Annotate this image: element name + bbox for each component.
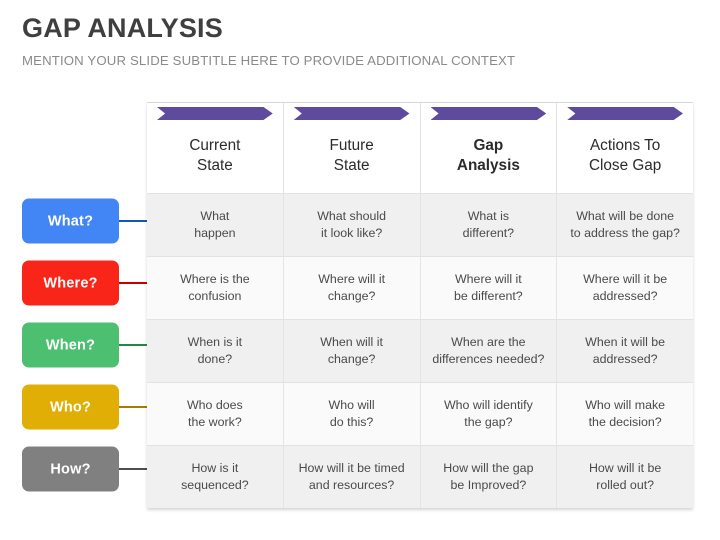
matrix-column-header-label: Future State bbox=[329, 137, 374, 175]
table-cell: What should it look like? bbox=[284, 193, 421, 256]
table-row: When is it done? When will it change? When… bbox=[147, 318, 693, 382]
table-cell: Where will it be different? bbox=[421, 256, 558, 319]
table-cell: What will be done to address the gap? bbox=[570, 208, 680, 240]
table-cell: How will it be timed and resources? bbox=[284, 445, 421, 508]
matrix-column-header: Future State bbox=[284, 103, 421, 193]
matrix-column-header-label: Gap Analysis bbox=[456, 137, 520, 175]
table-cell: When are the differences needed? bbox=[421, 319, 558, 382]
row-label-item: When? bbox=[22, 314, 171, 376]
table-cell: When will it change? bbox=[284, 319, 421, 382]
row-label-text: Where? bbox=[43, 275, 98, 291]
table-cell: When is it done? bbox=[147, 319, 284, 382]
table-cell: Who will identify the gap? bbox=[421, 382, 558, 445]
table-cell: Where will it change? bbox=[284, 256, 421, 319]
table-cell: Where will it be addressed? bbox=[583, 271, 668, 303]
table-cell: Who does the work? bbox=[147, 382, 284, 445]
row-label-pill[interactable]: Where? bbox=[22, 260, 119, 306]
slide-header: GAP ANALYSIS MENTION YOUR SLIDE SUBTITLE… bbox=[22, 13, 702, 68]
table-cell: Who will do this? bbox=[284, 382, 421, 445]
table-cell: How will the gap be Improved? bbox=[421, 445, 558, 508]
table-cell: Where is the confusion bbox=[147, 256, 284, 319]
table-cell: What is different? bbox=[421, 193, 558, 256]
row-label-text: Who? bbox=[49, 399, 92, 415]
row-label-pill[interactable]: When? bbox=[22, 322, 119, 368]
page-title: GAP ANALYSIS bbox=[22, 13, 223, 43]
gap-analysis-matrix: Current State Future State Gap Analysis Act… bbox=[147, 102, 693, 508]
table-cell: How will it be rolled out? bbox=[588, 460, 662, 492]
table-cell: How is it sequenced? bbox=[147, 445, 284, 508]
row-label-pill[interactable]: What? bbox=[22, 198, 119, 244]
table-row: What happen What should it look like? What… bbox=[147, 192, 693, 256]
row-label-item: What? bbox=[22, 190, 171, 252]
row-label-text: When? bbox=[45, 337, 96, 353]
chevron-arrow-icon bbox=[430, 107, 547, 120]
row-label-text: What? bbox=[47, 213, 94, 229]
row-label-item: How? bbox=[22, 438, 171, 500]
matrix-column-header: Current State bbox=[147, 103, 284, 193]
table-cell: Who will make the decision? bbox=[585, 397, 666, 429]
table-row: How is it sequenced? How will it be timed… bbox=[147, 444, 693, 508]
matrix-column-header: Gap Analysis bbox=[421, 103, 558, 193]
row-label-pill[interactable]: Who? bbox=[22, 384, 119, 430]
table-row: Where is the confusion Where will it chan… bbox=[147, 255, 693, 319]
matrix-header-row: Current State Future State Gap Analysis Act… bbox=[147, 102, 693, 193]
chevron-arrow-icon bbox=[567, 107, 683, 120]
page-subtitle: MENTION YOUR SLIDE SUBTITLE HERE TO PROV… bbox=[22, 52, 516, 68]
row-label-item: Who? bbox=[22, 376, 171, 438]
row-label-item: Where? bbox=[22, 252, 171, 314]
row-label-column: What? Where? When? Who? How? bbox=[22, 190, 171, 500]
row-label-pill[interactable]: How? bbox=[22, 446, 119, 492]
row-label-text: How? bbox=[50, 461, 91, 477]
table-cell: When it will be addressed? bbox=[585, 334, 666, 366]
matrix-body: What happen What should it look like? What… bbox=[147, 192, 693, 508]
matrix-column-header-label: Actions To Close Gap bbox=[588, 137, 662, 175]
table-row: Who does the work? Who will do this? Who w… bbox=[147, 381, 693, 445]
matrix-column-header: Actions To Close Gap bbox=[557, 103, 693, 193]
table-cell: What happen bbox=[147, 193, 284, 256]
chevron-arrow-icon bbox=[157, 107, 273, 120]
matrix-column-header-label: Current State bbox=[189, 137, 241, 175]
chevron-arrow-icon bbox=[293, 107, 410, 120]
